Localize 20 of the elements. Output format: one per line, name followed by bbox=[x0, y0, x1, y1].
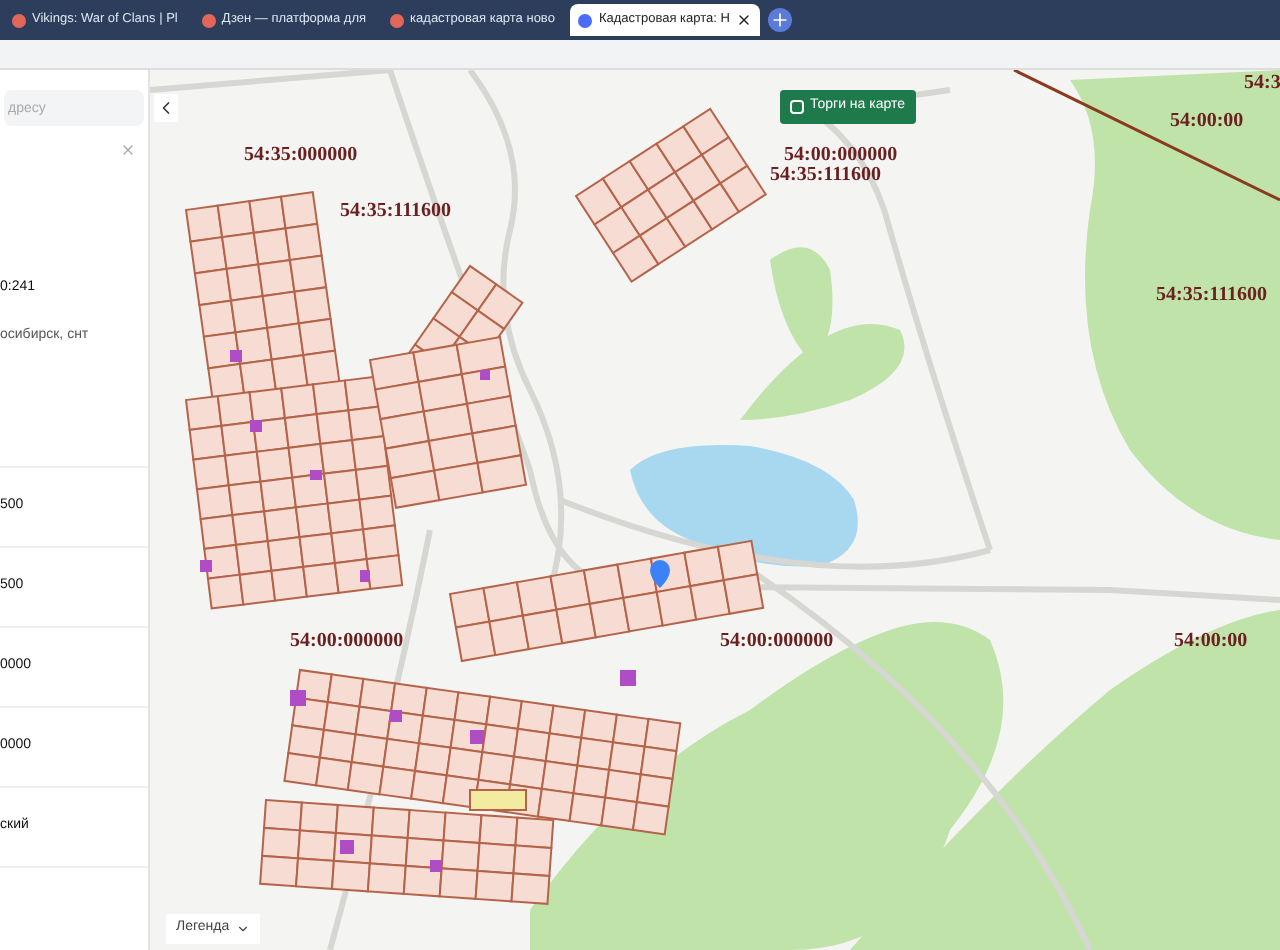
cadastral-number-label: 54:00:000000 bbox=[784, 142, 898, 166]
favicon-icon bbox=[390, 13, 405, 27]
collapse-button[interactable] bbox=[154, 94, 178, 122]
checkbox[interactable] bbox=[790, 100, 804, 114]
cadastral-number-label: 54:00:00 bbox=[1170, 108, 1244, 136]
map-pin-icon bbox=[650, 560, 670, 588]
cadastral-number-label: 54:35:111600 bbox=[770, 162, 882, 190]
cadastral-number-label: 54:00:000000 bbox=[290, 628, 404, 656]
cadastral-number-label: 54:00:000000 bbox=[720, 628, 834, 656]
cadastral-number-label: 54:00:00 bbox=[1174, 628, 1248, 656]
cadastral-number-label: 54:35:000000 bbox=[244, 142, 358, 170]
favicon-icon bbox=[201, 13, 216, 27]
close-icon[interactable] bbox=[735, 12, 752, 28]
favicon-icon bbox=[578, 13, 593, 27]
cadastral-number-label: 54:3 bbox=[1244, 70, 1280, 98]
chevron-down-icon bbox=[235, 922, 250, 936]
new-tab-icon[interactable] bbox=[767, 8, 792, 32]
cadastral-number-label: 54:35:111600 bbox=[1156, 282, 1268, 310]
cadastral-number-label: 54:35:111600 bbox=[340, 198, 452, 226]
favicon-icon bbox=[12, 13, 26, 27]
